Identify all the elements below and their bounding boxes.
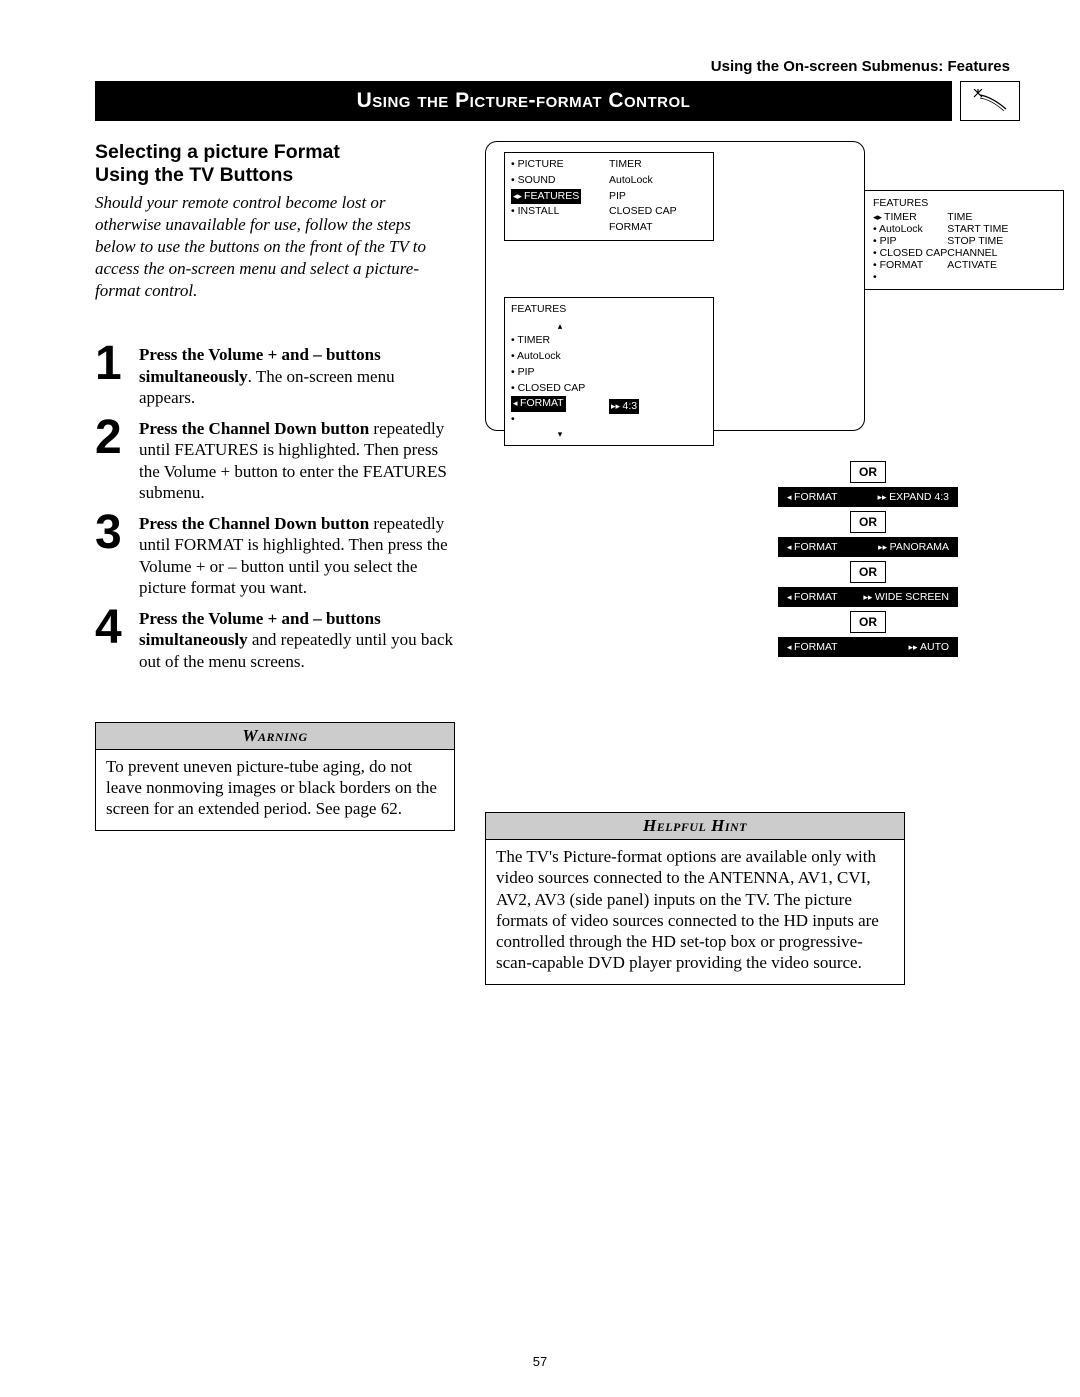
format-option: FORMATWIDE SCREEN: [778, 587, 958, 607]
intro-text: Should your remote control become lost o…: [95, 192, 455, 302]
steps-list: 1 Press the Volume + and – buttons simul…: [95, 342, 455, 672]
step-4: 4 Press the Volume + and – buttons simul…: [95, 606, 455, 672]
or-label: OR: [850, 461, 886, 483]
step-1: 1 Press the Volume + and – buttons simul…: [95, 342, 455, 408]
osd-tv-screen: PICTURE SOUND FEATURES INSTALL TIMER Aut…: [485, 141, 865, 431]
or-label: OR: [850, 611, 886, 633]
osd-features-submenu: FEATURES ▴ TIMER AutoLock PIP CLOSED CAP…: [504, 297, 714, 446]
warning-box: Warning To prevent uneven picture-tube a…: [95, 722, 455, 831]
format-options: OR FORMATEXPAND 4:3 OR FORMATPANORAMA OR…: [768, 461, 968, 657]
step-2: 2 Press the Channel Down button repeated…: [95, 416, 455, 503]
format-option: FORMATPANORAMA: [778, 537, 958, 557]
format-option: FORMATEXPAND 4:3: [778, 487, 958, 507]
osd-main-menu: PICTURE SOUND FEATURES INSTALL TIMER Aut…: [504, 152, 714, 241]
hint-body: The TV's Picture-format options are avai…: [486, 840, 904, 984]
page-number: 57: [0, 1354, 1080, 1369]
breadcrumb: Using the On-screen Submenus: Features: [95, 58, 1020, 75]
hint-box: Helpful Hint The TV's Picture-format opt…: [485, 812, 905, 985]
step-3: 3 Press the Channel Down button repeated…: [95, 511, 455, 598]
section-heading: Selecting a picture Format Using the TV …: [95, 141, 455, 188]
page-title: Using the Picture-format Control: [95, 81, 952, 121]
title-bar: Using the Picture-format Control: [95, 81, 1020, 121]
or-label: OR: [850, 561, 886, 583]
format-option: FORMATAUTO: [778, 637, 958, 657]
warning-title: Warning: [96, 723, 454, 750]
wand-icon: [960, 81, 1020, 121]
or-label: OR: [850, 511, 886, 533]
warning-body: To prevent uneven picture-tube aging, do…: [96, 750, 454, 830]
osd-features-panel: FEATURES TIMER AutoLock PIP CLOSED CAP F…: [864, 190, 1064, 290]
hint-title: Helpful Hint: [486, 813, 904, 840]
